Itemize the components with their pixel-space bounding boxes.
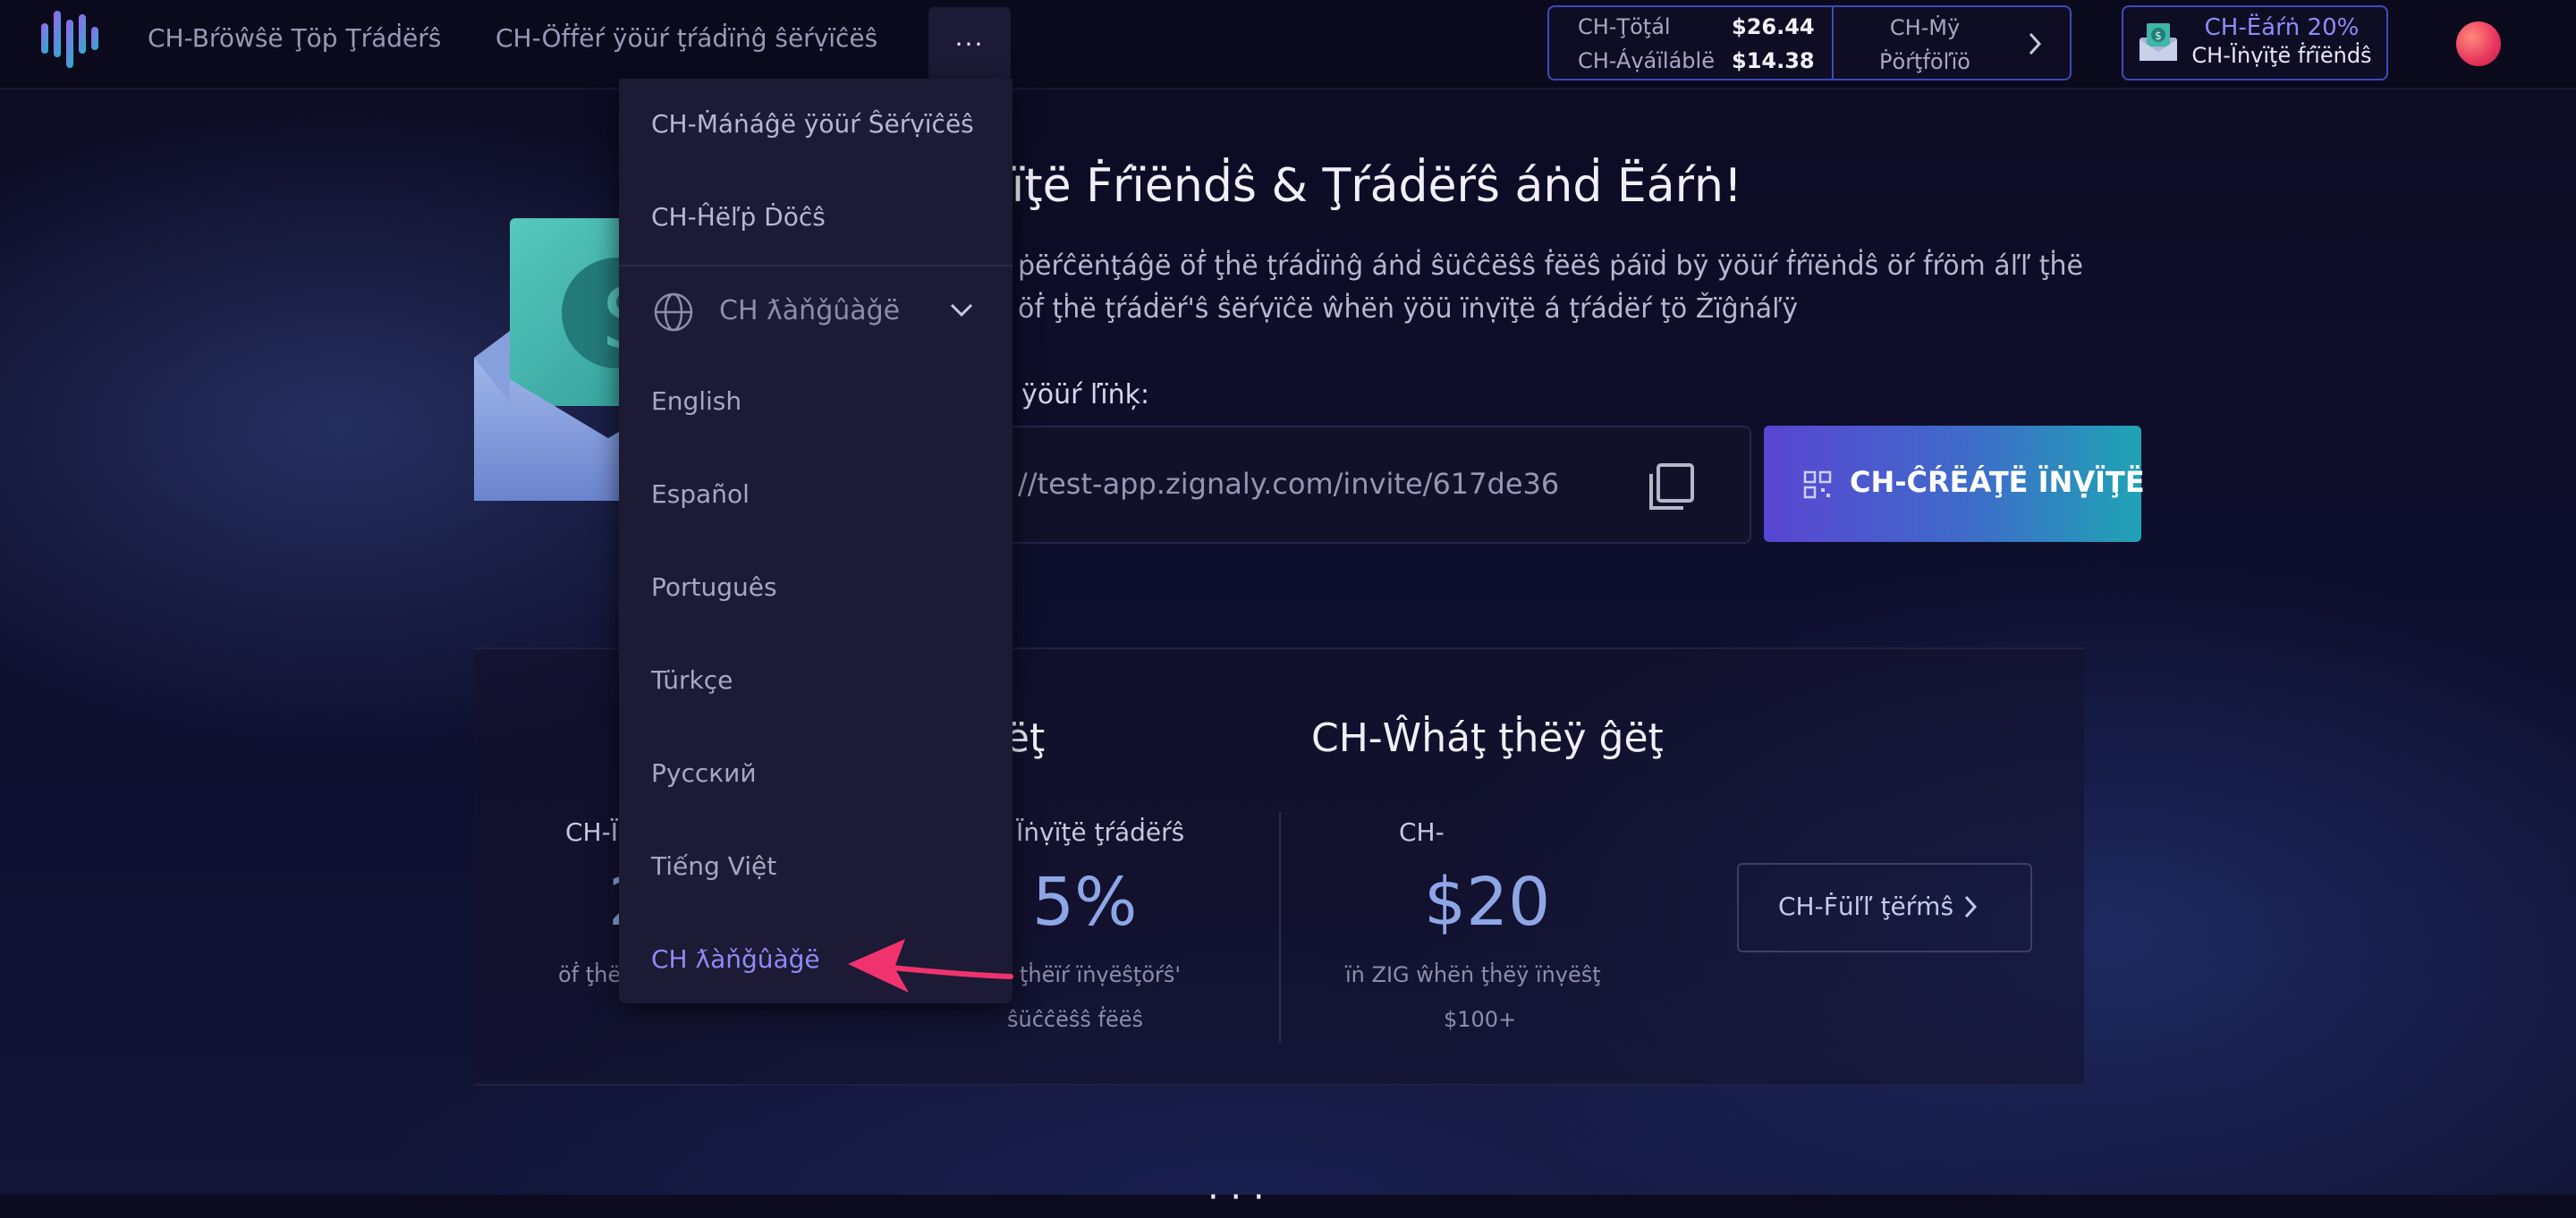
hero-description-line1: ṗëŕĉëṅţáĝë öḟ ţḣë ţŕáḋïṅĝ áṅḋ ŝüĉĉëŝŝ ḟë… (1018, 250, 2083, 282)
stat3-label: CH- (1399, 817, 1445, 847)
copy-icon[interactable] (1644, 460, 1698, 513)
language-option-spanish[interactable]: Español (651, 479, 750, 509)
qr-code-icon (1803, 470, 1832, 499)
invite-link-value[interactable]: //test-app.zignaly.com/invite/617de36 (1018, 467, 1559, 501)
chevron-right-icon (1964, 895, 1978, 918)
hero-description-line2: öḟ ţḣë ţŕáḋëŕ'ŝ ŝëŕṿïĉë ŵḣëṅ ÿöü ïṅṿïţë … (1018, 293, 1799, 325)
menu-manage-services[interactable]: CH-Ṁáṅáĝë ÿöüŕ Ŝëŕṿïĉëŝ (651, 109, 974, 139)
stat2-desc-line2: ŝüĉĉëŝŝ ḟëëŝ (1007, 1007, 1143, 1032)
portfolio-line1: CH-Ṁÿ (1889, 15, 1961, 40)
stat2-value: 5% (1032, 864, 1138, 941)
zignaly-logo[interactable] (39, 11, 100, 68)
stat1-desc: öḟ ţḣë (558, 962, 622, 987)
language-option-turkish[interactable]: Türkçe (651, 665, 733, 695)
nav-offer-services[interactable]: CH-Öḟḟëŕ ÿöüŕ ţŕáḋïṅĝ ŝëŕṿïĉëŝ (496, 23, 877, 53)
language-option-russian[interactable]: Русский (651, 758, 757, 788)
language-option-portuguese[interactable]: Português (651, 572, 777, 602)
earn-title: CH-Ëáŕṅ 20% (2204, 14, 2360, 41)
language-option-vietnamese[interactable]: Tiếng Việt (651, 851, 776, 881)
stat3-desc-line1: ïṅ ZIG ŵḣëṅ ţḣëÿ ïṅṿëŝţ (1345, 962, 1601, 987)
language-selector-label: CH ƛàňǧûàǧë (719, 295, 901, 326)
invite-link-label: ÿöüŕ ľïṅķ: (1021, 379, 1150, 410)
total-value: $26.44 (1732, 14, 1815, 39)
create-invite-label: CH-ĈŔËÁŢË ÏṄṾÏŢË (1850, 465, 2145, 499)
top-bar: CH-Bŕöŵŝë Ţöṗ Ţŕáḋëŕŝ CH-Öḟḟëŕ ÿöüŕ ţŕáḋ… (0, 0, 2576, 89)
stat3-value: $20 (1424, 864, 1551, 941)
language-selector-toggle[interactable]: CH ƛàňǧûàǧë (619, 266, 1013, 354)
create-invite-button[interactable]: CH-ĈŔËÁŢË ÏṄṾÏŢË (1764, 426, 2145, 542)
stat2-label: Ïṅṿïţë ţŕáḋëŕŝ (1016, 817, 1185, 847)
earn-subtitle: CH-Ïṅṿïţë ḟŕïëṅḋŝ (2191, 43, 2372, 68)
chevron-down-icon (950, 303, 973, 317)
balance-divider (1832, 7, 1834, 79)
language-option-ch-selected[interactable]: CH ƛàňǧûàǧë (651, 944, 820, 974)
available-value: $14.38 (1732, 48, 1815, 73)
total-label: CH-Ţöţál (1578, 14, 1671, 39)
stat2-desc-line1: ţḣëïŕ ïṅṿëŝţöŕŝ' (1020, 962, 1181, 987)
full-terms-label: CH-Ḟüľľ ţëŕṁŝ (1778, 892, 1954, 921)
chevron-right-icon[interactable] (2025, 30, 2045, 57)
menu-help-docs[interactable]: CH-Ĥëľṗ Ḋöĉŝ (651, 202, 826, 232)
user-avatar[interactable] (2456, 21, 2501, 66)
stats-divider (1279, 812, 1281, 1043)
svg-text:$: $ (2155, 30, 2162, 42)
hero-title: vïţë Ḟŕïëṅḋŝ & Ţŕáḋëŕŝ áṅḋ Ëáŕṅ! (984, 159, 1742, 213)
stat3-desc-line2: $100+ (1444, 1007, 1517, 1032)
language-option-english[interactable]: English (651, 386, 741, 416)
more-menu-button[interactable]: ··· (928, 7, 1011, 80)
they-get-title: CH-Ŵḣáţ ţḣëÿ ĝëţ (1311, 715, 1664, 761)
my-portfolio-link[interactable]: CH-Ṁÿ Ṗöŕţḟöľïö (1844, 11, 2005, 79)
invite-link-field[interactable]: //test-app.zignaly.com/invite/617de36 (993, 426, 1751, 544)
invite-friends-button[interactable]: $ CH-Ëáŕṅ 20% CH-Ïṅṿïţë ḟŕïëṅḋŝ (2122, 5, 2388, 80)
balance-widget[interactable]: CH-Ţöţál $26.44 CH-Áṿáïláblë $14.38 CH-Ṁ… (1547, 5, 2072, 80)
full-terms-button[interactable]: CH-Ḟüľľ ţëŕṁŝ (1737, 863, 2032, 952)
more-dropdown-menu: CH-Ṁáṅáĝë ÿöüŕ Ŝëŕṿïĉëŝ CH-Ĥëľṗ Ḋöĉŝ CH … (619, 79, 1013, 1003)
annotation-arrow-icon (848, 939, 1013, 993)
envelope-money-icon: $ (2140, 23, 2177, 61)
portfolio-line2: Ṗöŕţḟöľïö (1879, 49, 1970, 74)
globe-icon (654, 292, 693, 332)
nav-browse-traders[interactable]: CH-Bŕöŵŝë Ţöṗ Ţŕáḋëŕŝ (148, 23, 441, 53)
stat1-label: CH-Ï (565, 817, 618, 847)
next-section-heading-fragment: · · · (1208, 1177, 1265, 1218)
available-label: CH-Áṿáïláblë (1578, 48, 1715, 73)
